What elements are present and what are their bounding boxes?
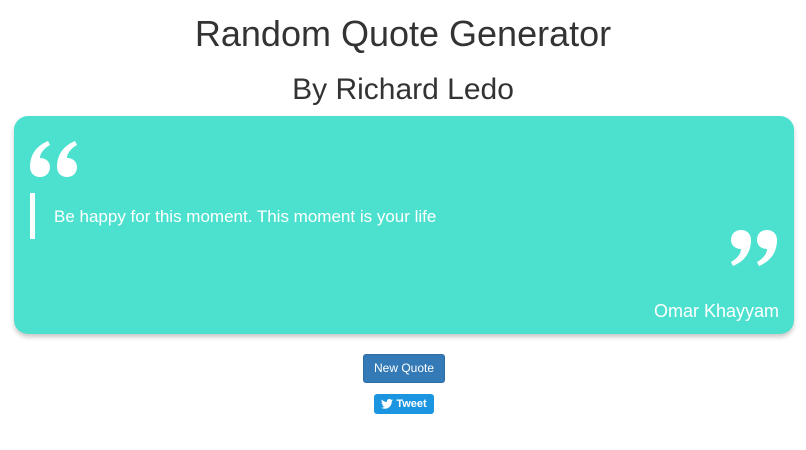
page-title: Random Quote Generator — [194, 13, 612, 54]
twitter-bird-icon — [381, 399, 394, 409]
open-quote-icon — [30, 141, 77, 177]
page: Random Quote Generator By Richard Ledo B… — [0, 0, 806, 450]
close-quote-icon — [731, 230, 777, 266]
tweet-button[interactable]: Tweet — [374, 394, 434, 414]
page-subtitle: By Richard Ledo — [292, 73, 514, 106]
quote-author: Omar Khayyam — [653, 301, 779, 321]
new-quote-button[interactable]: New Quote — [363, 354, 445, 383]
tweet-label: Tweet — [396, 398, 427, 410]
quote-text: Be happy for this moment. This moment is… — [54, 207, 437, 226]
